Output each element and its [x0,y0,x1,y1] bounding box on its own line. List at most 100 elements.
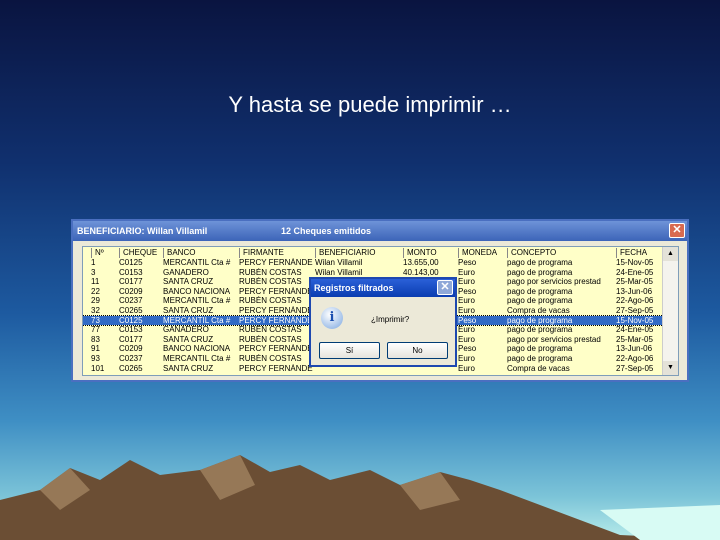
cell-cheque: C0177 [119,334,143,344]
cell-concepto: Compra de vacas [507,363,570,373]
cell-concepto: Compra de vacas [507,306,570,315]
cheque-count: 12 Cheques emitidos [281,226,372,236]
cell-firmante: RUBÉN COSTAS [239,267,302,277]
cell-fecha: 22-Ago-06 [616,354,654,363]
cell-num: 22 [91,286,100,296]
cell-firmante: RUBÉN COSTAS [239,334,302,344]
table-row[interactable]: 3 C0153 GANADERO RUBÉN COSTAS Wilan Villamil… [83,268,663,278]
cell-cheque: C0153 [119,267,143,277]
cell-moneda: Peso [458,344,477,354]
cell-moneda: Euro [458,267,475,277]
cell-fecha: 13-Jun-06 [616,286,653,296]
cell-cheque: C0237 [119,296,143,306]
cell-cheque: C0209 [119,286,143,296]
cell-moneda: Euro [458,277,475,287]
column-header-moneda[interactable]: MONEDA [458,248,506,258]
column-header-firmante[interactable]: FIRMANTE [239,248,313,258]
scroll-up-icon[interactable]: ▲ [663,247,678,261]
cell-cheque: C0125 [119,258,143,267]
cell-cheque: C0209 [119,344,143,354]
cell-concepto: pago de programa [507,267,573,277]
cell-cheque: C0125 [119,315,143,325]
cell-num: 32 [91,306,100,315]
cell-fecha: 22-Ago-06 [616,296,654,306]
column-header-banco[interactable]: BANCO [163,248,237,258]
close-button[interactable]: ✕ [669,223,685,238]
cell-banco: BANCO NACIONA [163,286,231,296]
cell-banco: SANTA CRUZ [163,306,214,315]
cell-beneficiario: Wilan Villamil [315,258,363,267]
column-header-monto[interactable]: MONTO [403,248,457,258]
cell-num: 101 [91,363,105,373]
column-header-fecha[interactable]: FECHA [616,248,662,258]
cell-firmante: PERCY FERNÁNDE [239,258,313,267]
cell-banco: MERCANTIL Cta # [163,354,231,363]
cell-fecha: 24-Ene-05 [616,267,654,277]
cell-banco: MERCANTIL Cta # [163,258,231,267]
cell-fecha: 27-Sep-05 [616,306,654,315]
cell-num: 29 [91,296,100,306]
info-icon: i [321,307,343,329]
cell-concepto: pago de programa [507,354,573,363]
cell-moneda: Peso [458,286,477,296]
cell-fecha: 15-Nov-05 [616,258,654,267]
cell-fecha: 13-Jun-06 [616,344,653,354]
cell-firmante: PERCY FERNÁNDE [239,363,313,373]
table-header: Nº CHEQUE BANCO FIRMANTE BENEFICIARIO MONTO MO… [83,248,663,258]
cell-cheque: C0177 [119,277,143,287]
table-row[interactable]: 1 C0125 MERCANTIL Cta # PERCY FERNÁNDE Wilan… [83,258,663,268]
cell-concepto: pago por servicios prestad [507,277,601,287]
cell-firmante: PERCY FERNÁNDE [239,306,313,315]
cell-num: 77 [91,325,100,335]
cell-fecha: 15-Nov-05 [616,315,654,325]
cell-fecha: 24-Ene-05 [616,325,654,335]
slide-title: Y hasta se puede imprimir … [228,92,512,117]
column-header-num[interactable]: Nº [91,248,117,258]
cell-fecha: 25-Mar-05 [616,277,653,287]
cell-banco: MERCANTIL Cta # [163,296,231,306]
dialog-title: Registros filtrados [314,283,394,293]
cell-fecha: 25-Mar-05 [616,334,653,344]
column-header-beneficiario[interactable]: BENEFICIARIO [315,248,401,258]
dialog-message: ¿Imprimir? [371,315,410,324]
yes-button[interactable]: Sí [319,342,380,359]
cell-concepto: pago de programa [507,258,573,267]
cell-concepto: pago por servicios prestad [507,334,601,344]
no-button[interactable]: No [387,342,448,359]
cell-num: 73 [91,315,100,325]
cell-firmante: RUBÉN COSTAS [239,277,302,287]
cell-banco: GANADERO [163,267,209,277]
cell-moneda: Peso [458,315,477,325]
cell-cheque: C0265 [119,306,143,315]
cell-moneda: Euro [458,306,475,315]
cell-firmante: RUBÉN COSTAS [239,296,302,306]
window-titlebar[interactable]: BENEFICIARIO: Willan Villamil 12 Cheques… [73,221,687,241]
cell-num: 93 [91,354,100,363]
cell-concepto: pago de programa [507,325,573,335]
cell-cheque: C0153 [119,325,143,335]
cell-num: 91 [91,344,100,354]
cell-concepto: pago de programa [507,315,573,325]
cell-monto: 40.143,00 [403,267,439,277]
cell-beneficiario: Wilan Villamil [315,267,363,277]
scroll-down-icon[interactable]: ▼ [663,361,678,375]
column-header-cheque[interactable]: CHEQUE [119,248,161,258]
cell-firmante: PERCY FERNÁNDE [239,286,313,296]
cell-banco: SANTA CRUZ [163,277,214,287]
dialog-close-button[interactable]: ✕ [437,280,453,295]
cell-firmante: PERCY FERNÁNDE [239,315,313,325]
column-header-concepto[interactable]: CONCEPTO [507,248,615,258]
cell-moneda: Peso [458,258,477,267]
vertical-scrollbar[interactable]: ▲ ▼ [662,247,678,375]
dialog-titlebar[interactable]: Registros filtrados ✕ [311,279,455,297]
cell-moneda: Euro [458,334,475,344]
cell-fecha: 27-Sep-05 [616,363,654,373]
cell-moneda: Euro [458,354,475,363]
cell-cheque: C0237 [119,354,143,363]
mountains-illustration [0,455,720,540]
cell-banco: SANTA CRUZ [163,334,214,344]
cell-monto: 13.655,00 [403,258,439,267]
window-title: BENEFICIARIO: Willan Villamil [77,226,208,236]
cell-cheque: C0265 [119,363,143,373]
cell-moneda: Euro [458,325,475,335]
